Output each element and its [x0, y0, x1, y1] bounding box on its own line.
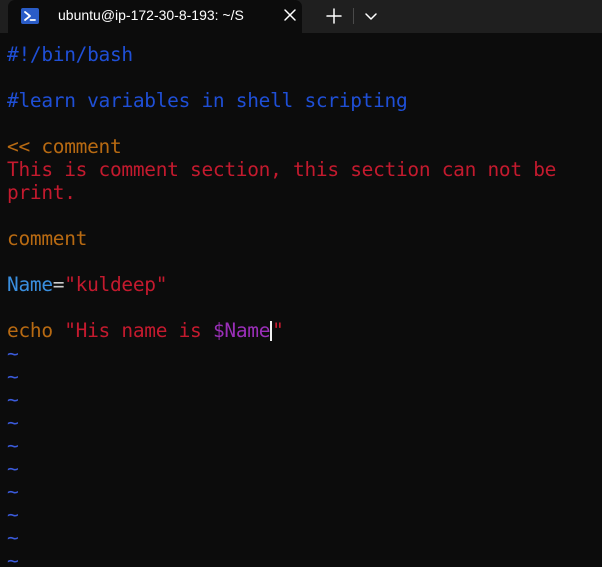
echo-line: echo "His name is $Name " [7, 319, 284, 342]
terminal-window: ubuntu@ip-172-30-8-193: ~/S #!/bin/bash … [0, 0, 602, 567]
equals-sign: = [52, 273, 65, 296]
powershell-icon [20, 6, 40, 26]
close-icon[interactable] [280, 5, 300, 25]
vim-editor[interactable]: #!/bin/bash #learn variables in shell sc… [0, 33, 602, 567]
empty-line-tilde: ~ [7, 549, 19, 567]
echo-variable: $Name [212, 319, 271, 342]
heredoc-body-line-1: This is comment section, this section ca… [7, 158, 557, 181]
empty-line-tilde: ~ [7, 526, 19, 549]
var-value: "kuldeep" [64, 273, 168, 296]
chevron-down-icon[interactable] [359, 4, 383, 28]
tab-ubuntu[interactable]: ubuntu@ip-172-30-8-193: ~/S [8, 0, 302, 33]
empty-line-tilde: ~ [7, 480, 19, 503]
empty-line-tilde: ~ [7, 365, 19, 388]
empty-line-tilde: ~ [7, 434, 19, 457]
new-tab-plus-icon[interactable] [322, 4, 346, 28]
var-name: Name [7, 273, 53, 296]
comment-line: #learn variables in shell scripting [7, 89, 408, 112]
empty-line-tilde: ~ [7, 342, 19, 365]
shebang-line: #!/bin/bash [7, 43, 133, 66]
heredoc-end-line: comment [7, 227, 88, 250]
assignment-line: Name="kuldeep" [7, 273, 167, 296]
empty-line-tilde: ~ [7, 388, 19, 411]
empty-line-tilde: ~ [7, 457, 19, 480]
echo-keyword: echo [7, 319, 53, 342]
echo-closing-quote: " [272, 319, 284, 342]
tab-divider [353, 8, 354, 24]
heredoc-body-line-2: print. [7, 181, 76, 204]
tab-bar: ubuntu@ip-172-30-8-193: ~/S [0, 0, 602, 33]
empty-line-tilde: ~ [7, 411, 19, 434]
heredoc-start-line: << comment [7, 135, 122, 158]
empty-line-tilde: ~ [7, 503, 19, 526]
echo-string: "His name is [64, 319, 213, 342]
tab-title: ubuntu@ip-172-30-8-193: ~/S [58, 7, 244, 23]
